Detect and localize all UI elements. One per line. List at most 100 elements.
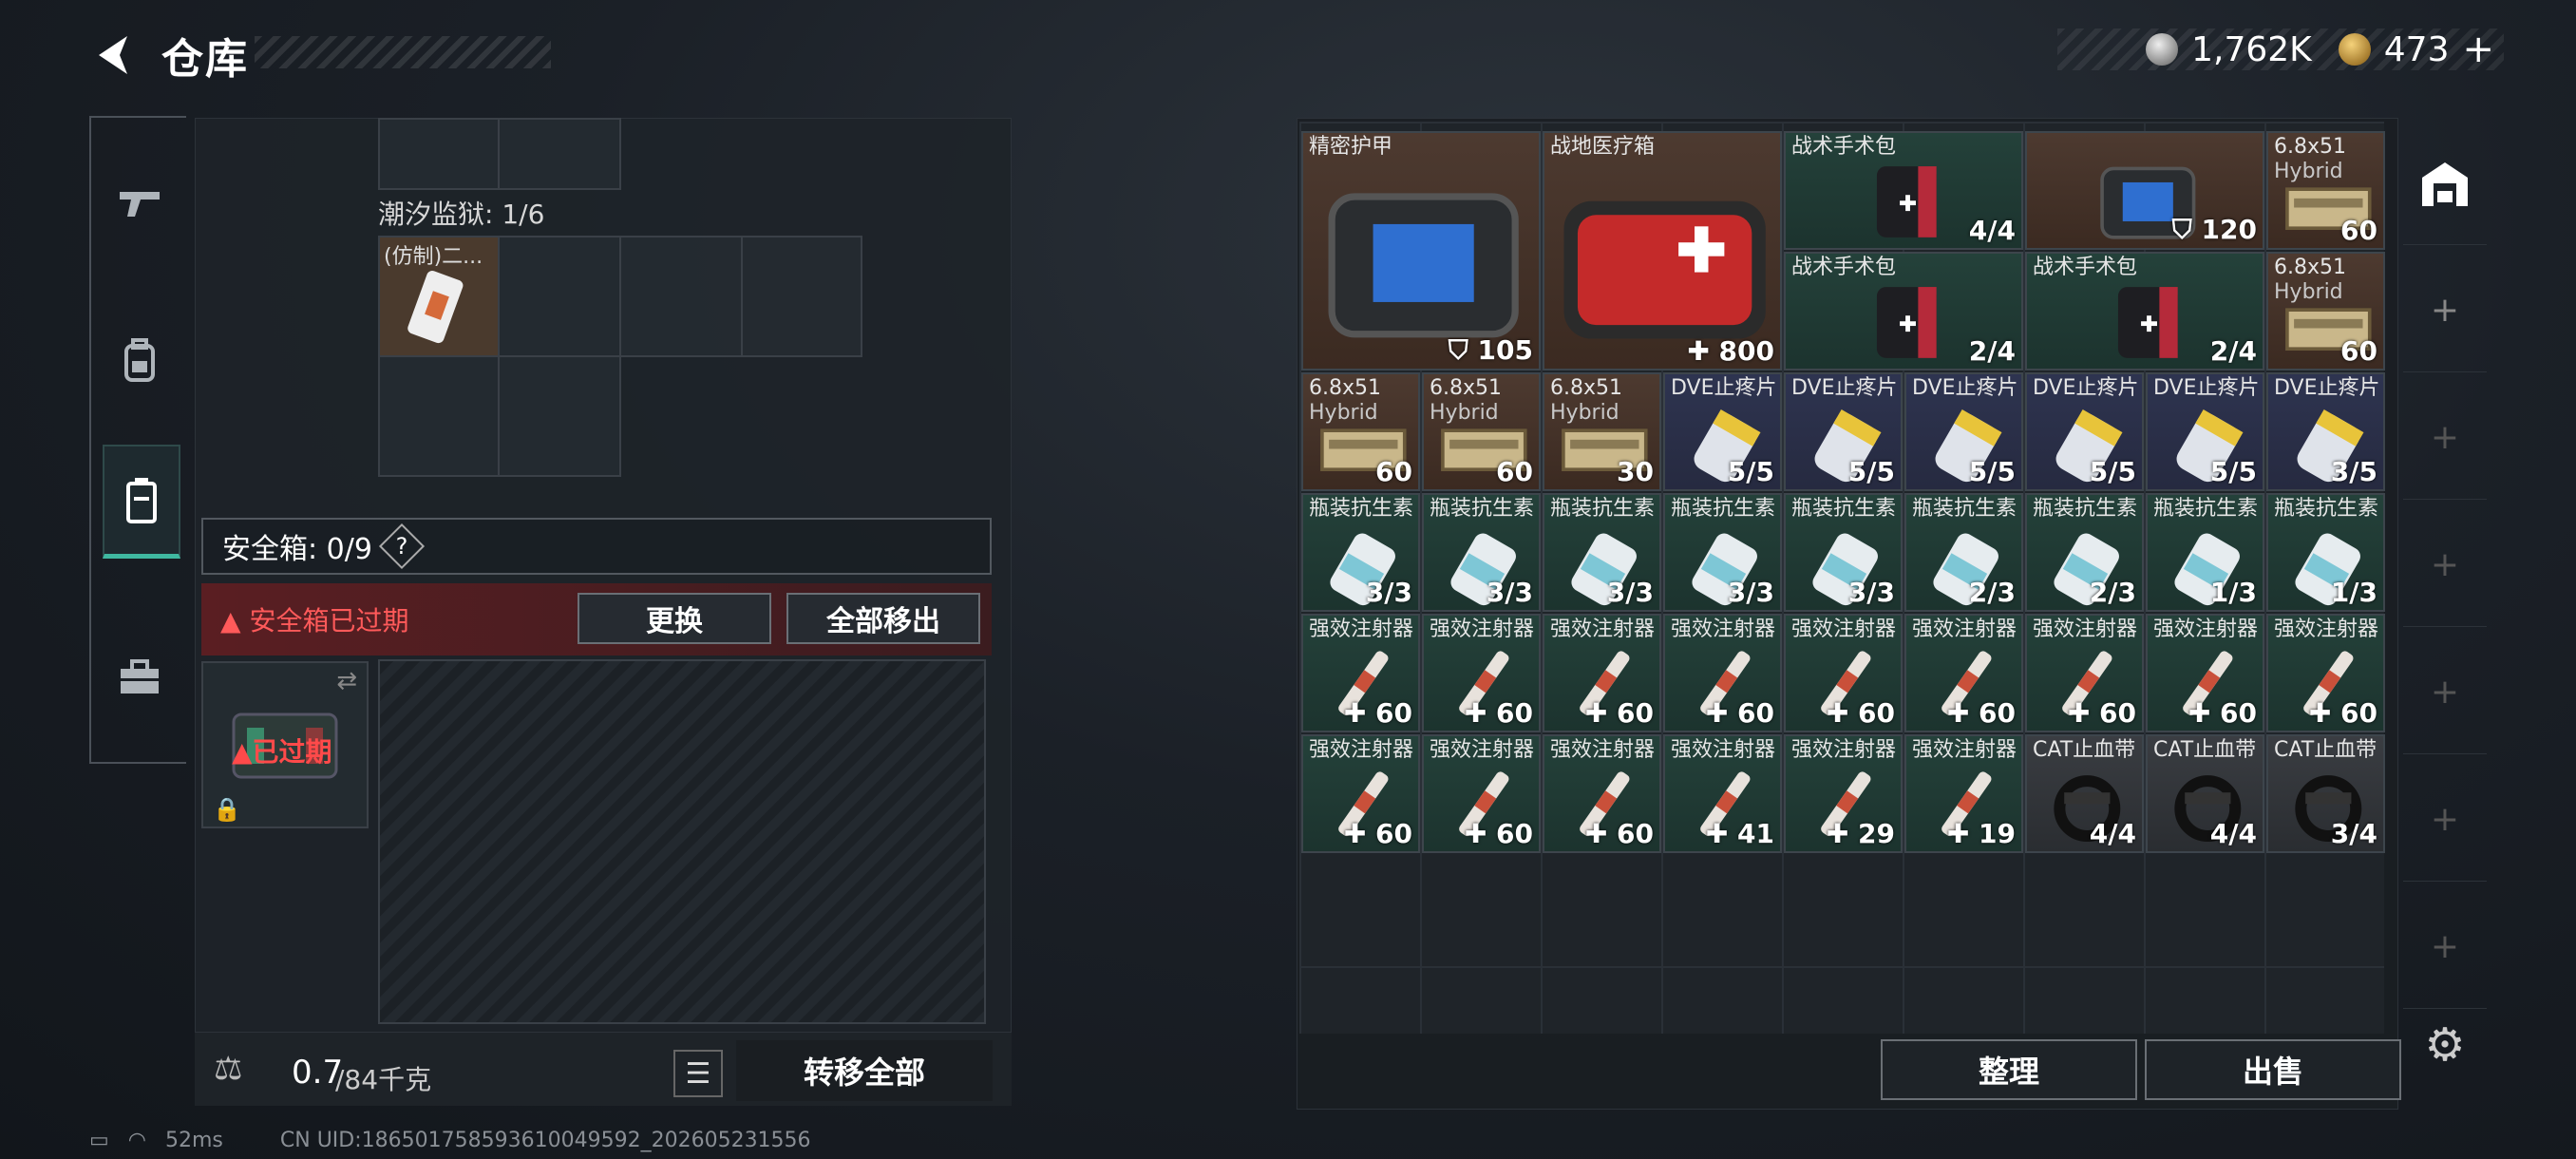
swap-icon: ⇄ xyxy=(336,667,357,695)
sort-button[interactable]: 整理 xyxy=(1881,1039,2137,1100)
rail-add-4[interactable]: + xyxy=(2403,631,2487,754)
item-name: 6.8x51 xyxy=(1550,376,1623,400)
storage-item[interactable]: 强效注射器 ✚ 60 xyxy=(1904,614,2023,732)
storage-item[interactable]: 瓶装抗生素 3/3 xyxy=(1543,493,1661,612)
storage-item[interactable]: DVE止疼片 5/5 xyxy=(1904,372,2023,491)
item-count: ✚ 19 xyxy=(1946,818,2016,849)
storage-item[interactable]: CAT止血带 3/4 xyxy=(2266,734,2385,853)
rail-add-1[interactable]: + xyxy=(2403,249,2487,372)
transfer-all-button[interactable]: 转移全部 xyxy=(736,1040,993,1101)
storage-item[interactable]: DVE止疼片 5/5 xyxy=(2146,372,2264,491)
safe-box-slot[interactable]: ▲已过期 ⇄ 🔒 xyxy=(201,661,369,828)
storage-item[interactable]: CAT止血带 4/4 xyxy=(2146,734,2264,853)
storage-item[interactable]: 强效注射器 ✚ 60 xyxy=(1543,734,1661,853)
storage-item[interactable]: 6.8x51 Hybrid 60 xyxy=(1422,372,1541,491)
item-count: 2/4 xyxy=(2209,335,2257,367)
item-name: 强效注射器 xyxy=(1912,738,2017,762)
wifi-icon: ◠ xyxy=(127,1129,146,1152)
storage-item[interactable]: 6.8x51 Hybrid 30 xyxy=(1543,372,1661,491)
storage-item[interactable]: 强效注射器 ✚ 41 xyxy=(1663,734,1782,853)
item-name: 强效注射器 xyxy=(1671,738,1776,762)
item-name: 瓶装抗生素 xyxy=(1912,497,2017,521)
storage-item[interactable]: 强效注射器 ✚ 60 xyxy=(1663,614,1782,732)
storage-item[interactable]: 6.8x51 Hybrid 60 xyxy=(1301,372,1420,491)
storage-item[interactable]: 6.8x51 Hybrid 60 xyxy=(2266,131,2385,250)
settings-gear-icon[interactable]: ⚙ xyxy=(2416,1018,2473,1075)
sell-button[interactable]: 出售 xyxy=(2145,1039,2401,1100)
help-icon[interactable]: ? xyxy=(378,522,425,570)
storage-item[interactable]: 瓶装抗生素 3/3 xyxy=(1784,493,1903,612)
container-label: 潮汐监狱: 1/6 xyxy=(378,199,545,230)
item-count: 3/3 xyxy=(1606,577,1654,608)
tab-backpack[interactable] xyxy=(103,304,177,418)
item-count: ✚ 60 xyxy=(1464,697,1533,729)
safe-box-header: 安全箱: 0/9 ? xyxy=(201,518,992,575)
storage-item[interactable]: 瓶装抗生素 3/3 xyxy=(1301,493,1420,612)
rail-add-2[interactable]: + xyxy=(2403,376,2487,500)
storage-item[interactable]: 强效注射器 ✚ 60 xyxy=(1784,614,1903,732)
storage-item[interactable]: 强效注射器 ✚ 60 xyxy=(2266,614,2385,732)
replace-button[interactable]: 更换 xyxy=(578,593,771,644)
container-item[interactable]: (仿制)二... xyxy=(378,236,500,357)
item-name: 6.8x51 xyxy=(1430,376,1503,400)
rail-add-3[interactable]: + xyxy=(2403,504,2487,627)
grid-cell xyxy=(498,236,621,357)
surgery-icon xyxy=(1849,155,1964,247)
item-name: 战术手术包 xyxy=(1791,256,1897,279)
storage-item[interactable]: 战术手术包 2/4 xyxy=(1784,252,2023,370)
surgery-icon xyxy=(2091,276,2206,368)
item-name: 强效注射器 xyxy=(1430,738,1535,762)
storage-item[interactable]: 瓶装抗生素 1/3 xyxy=(2266,493,2385,612)
storage-item[interactable]: 精密护甲 ⛉ 105 xyxy=(1301,131,1541,370)
storage-item[interactable]: CAT止血带 4/4 xyxy=(2025,734,2144,853)
move-all-out-button[interactable]: 全部移出 xyxy=(786,593,980,644)
storage-item[interactable]: DVE止疼片 5/5 xyxy=(2025,372,2144,491)
storage-item[interactable]: 强效注射器 ✚ 60 xyxy=(1543,614,1661,732)
status-footer: ▭ ◠ 52ms CN UID:1865017585936100495​92_2… xyxy=(89,1129,811,1152)
storage-item[interactable]: 强效注射器 ✚ 60 xyxy=(1422,614,1541,732)
storage-item[interactable]: 强效注射器 ✚ 60 xyxy=(1422,734,1541,853)
storage-item[interactable]: 强效注射器 ✚ 60 xyxy=(1301,614,1420,732)
safe-box-label: 安全箱: 0/9 xyxy=(222,533,372,566)
storage-item[interactable]: 战术手术包 4/4 xyxy=(1784,131,2023,250)
tab-safe-box[interactable] xyxy=(103,445,180,559)
storage-item[interactable]: DVE止疼片 5/5 xyxy=(1663,372,1782,491)
backpack-icon xyxy=(124,338,155,382)
storage-item[interactable]: ⛉ 120 xyxy=(2025,131,2264,250)
item-count: 3/3 xyxy=(1727,577,1774,608)
storage-item[interactable]: DVE止疼片 3/5 xyxy=(2266,372,2385,491)
storage-item[interactable]: 强效注射器 ✚ 60 xyxy=(2025,614,2144,732)
storage-item[interactable]: 瓶装抗生素 1/3 xyxy=(2146,493,2264,612)
tab-toolbox[interactable] xyxy=(103,621,177,735)
storage-item[interactable]: DVE止疼片 5/5 xyxy=(1784,372,1903,491)
left-tab-bar xyxy=(89,116,186,764)
storage-item[interactable]: 瓶装抗生素 3/3 xyxy=(1422,493,1541,612)
add-currency-button[interactable]: + xyxy=(2462,28,2494,71)
storage-item[interactable]: 强效注射器 ✚ 60 xyxy=(2146,614,2264,732)
storage-item[interactable]: 战地医疗箱 ✚ 800 xyxy=(1543,131,1782,370)
storage-item[interactable]: 6.8x51 Hybrid 60 xyxy=(2266,252,2385,370)
gold-amount: 473 xyxy=(2383,29,2450,69)
item-count: 30 xyxy=(1617,456,1654,487)
item-count: ⛉ 105 xyxy=(1448,334,1533,366)
storage-item[interactable]: 瓶装抗生素 2/3 xyxy=(1904,493,2023,612)
grid-cell xyxy=(378,118,500,190)
storage-item[interactable]: 强效注射器 ✚ 19 xyxy=(1904,734,2023,853)
tab-weapons[interactable] xyxy=(103,146,177,260)
gold-coin-icon xyxy=(2338,33,2371,66)
item-count: 3/3 xyxy=(1847,577,1895,608)
rail-add-5[interactable]: + xyxy=(2403,758,2487,882)
storage-item[interactable]: 瓶装抗生素 2/3 xyxy=(2025,493,2144,612)
item-name: 强效注射器 xyxy=(1550,618,1656,641)
storage-item[interactable]: 瓶装抗生素 3/3 xyxy=(1663,493,1782,612)
list-view-button[interactable]: ☰ xyxy=(673,1050,723,1097)
rail-add-6[interactable]: + xyxy=(2403,885,2487,1009)
storage-item[interactable]: 强效注射器 ✚ 29 xyxy=(1784,734,1903,853)
item-name: CAT止血带 xyxy=(2153,738,2257,762)
armor-icon xyxy=(1309,169,1538,352)
storage-item[interactable]: 强效注射器 ✚ 60 xyxy=(1301,734,1420,853)
rail-storage-tab[interactable] xyxy=(2403,122,2487,245)
back-button[interactable] xyxy=(87,28,141,82)
back-arrow-icon xyxy=(99,36,127,74)
storage-item[interactable]: 战术手术包 2/4 xyxy=(2025,252,2264,370)
